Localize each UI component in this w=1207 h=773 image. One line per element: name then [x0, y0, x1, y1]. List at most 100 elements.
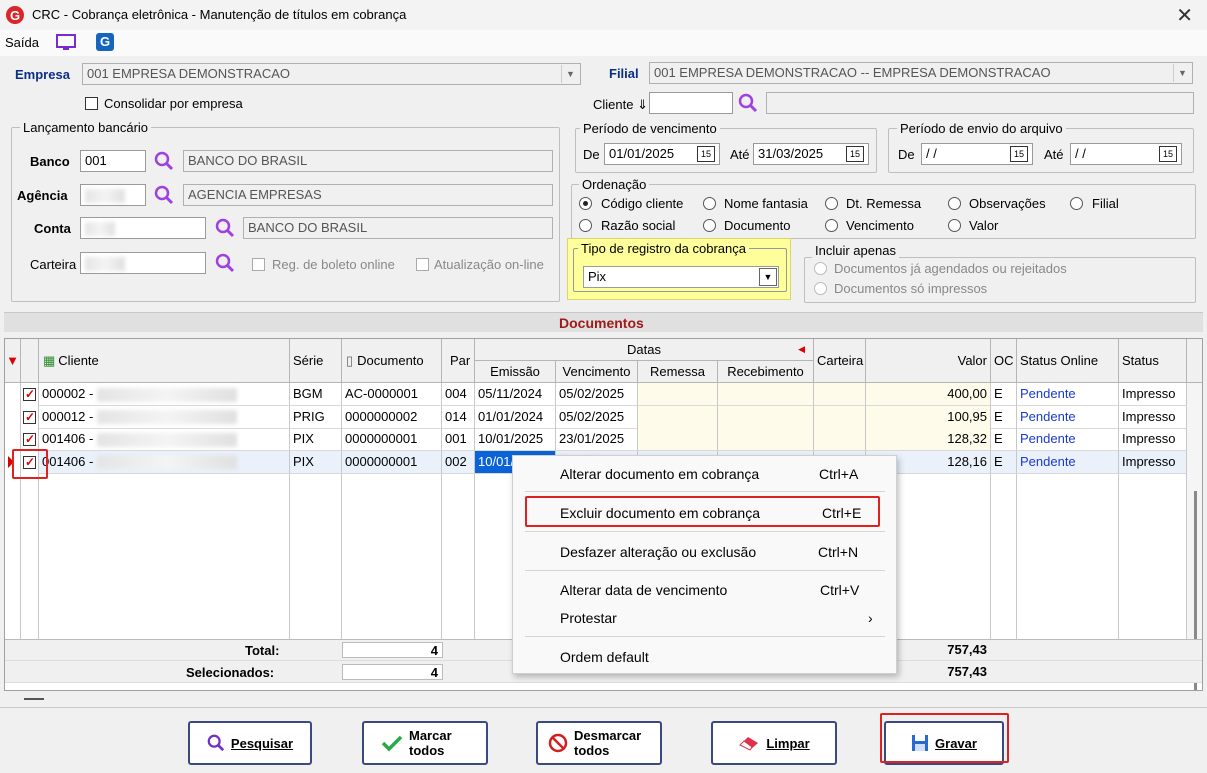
cell-emissao[interactable]: 05/11/2024 — [475, 383, 556, 406]
col-vencimento[interactable]: Vencimento — [556, 361, 638, 383]
cell-carteira[interactable] — [814, 428, 866, 451]
cell-oc[interactable]: E — [991, 450, 1017, 474]
collapse-left-icon[interactable]: ◀ — [798, 344, 805, 355]
cell-cliente[interactable]: 001406 - — [39, 450, 290, 474]
cell-carteira[interactable] — [814, 405, 866, 429]
row-checkbox[interactable] — [23, 432, 36, 446]
calendar-icon[interactable]: 15 — [1010, 146, 1028, 162]
cell-serie[interactable]: PIX — [290, 450, 342, 474]
col-carteira[interactable]: Carteira — [814, 339, 866, 383]
col-recebimento[interactable]: Recebimento — [718, 361, 814, 383]
row-checkbox[interactable] — [23, 387, 36, 401]
conta-code-input[interactable] — [80, 217, 206, 239]
cell-status[interactable]: Impresso — [1119, 428, 1187, 451]
calendar-icon[interactable]: 15 — [846, 146, 864, 162]
radio-agendados[interactable] — [814, 262, 827, 275]
col-par[interactable]: Par — [442, 339, 475, 383]
cell-status-online[interactable]: Pendente — [1017, 450, 1119, 474]
row-checkbox[interactable] — [23, 410, 36, 424]
col-status-online[interactable]: Status Online — [1017, 339, 1119, 383]
cell-status[interactable]: Impresso — [1119, 405, 1187, 429]
menu-alterar-documento[interactable]: Alterar documento em cobrança Ctrl+A — [513, 462, 896, 486]
cell-par[interactable]: 001 — [442, 428, 475, 451]
col-serie[interactable]: Série — [290, 339, 342, 383]
cell-documento[interactable]: 0000000001 — [342, 428, 442, 451]
vertical-scrollbar[interactable] — [1187, 383, 1202, 690]
cell-serie[interactable]: BGM — [290, 383, 342, 406]
cell-emissao[interactable]: 01/01/2024 — [475, 405, 556, 429]
menu-saida[interactable]: Saída — [5, 35, 39, 50]
cell-serie[interactable]: PIX — [290, 428, 342, 451]
col-status[interactable]: Status — [1119, 339, 1187, 383]
menu-alterar-data[interactable]: Alterar data de vencimento Ctrl+V — [513, 578, 896, 602]
reg-boleto-checkbox[interactable] — [252, 258, 265, 271]
search-icon[interactable] — [154, 151, 174, 171]
cell-oc[interactable]: E — [991, 383, 1017, 406]
cell-serie[interactable]: PRIG — [290, 405, 342, 429]
radio-dt-remessa[interactable] — [825, 197, 838, 210]
cell-recebimento[interactable] — [718, 405, 814, 429]
cell-status-online[interactable]: Pendente — [1017, 405, 1119, 429]
pesquisar-button[interactable]: Pesquisar — [188, 721, 312, 765]
menu-desfazer[interactable]: Desfazer alteração ou exclusão Ctrl+N — [513, 540, 896, 564]
cell-cliente[interactable]: 000002 - — [39, 383, 290, 406]
menu-protestar[interactable]: Protestar › — [513, 606, 896, 630]
radio-vencimento[interactable] — [825, 219, 838, 232]
cell-cliente[interactable]: 000012 - — [39, 405, 290, 429]
col-oc[interactable]: OC — [991, 339, 1017, 383]
radio-codigo-cliente[interactable] — [579, 197, 592, 210]
cell-valor[interactable]: 100,95 — [866, 405, 991, 429]
cell-documento[interactable]: 0000000002 — [342, 405, 442, 429]
cell-status-online[interactable]: Pendente — [1017, 428, 1119, 451]
cell-carteira[interactable] — [814, 383, 866, 406]
cell-recebimento[interactable] — [718, 383, 814, 406]
col-cliente[interactable]: ▦ Cliente — [39, 339, 290, 383]
col-documento[interactable]: ▯ Documento — [342, 339, 442, 383]
cell-status-online[interactable]: Pendente — [1017, 383, 1119, 406]
desmarcar-todos-button[interactable]: Desmarcar todos — [536, 721, 662, 765]
radio-valor[interactable] — [948, 219, 961, 232]
banco-code-input[interactable]: 001 — [80, 150, 146, 172]
col-valor[interactable]: Valor — [866, 339, 991, 383]
cell-oc[interactable]: E — [991, 405, 1017, 429]
cell-recebimento[interactable] — [718, 428, 814, 451]
calendar-icon[interactable]: 15 — [1159, 146, 1177, 162]
cell-emissao[interactable]: 10/01/2025 — [475, 428, 556, 451]
col-remessa[interactable]: Remessa — [638, 361, 718, 383]
splitter-handle[interactable] — [24, 698, 44, 700]
col-emissao[interactable]: Emissão — [475, 361, 556, 383]
cell-remessa[interactable] — [638, 383, 718, 406]
empresa-select[interactable]: 001 EMPRESA DEMONSTRACAO ▼ — [82, 63, 581, 85]
cell-cliente[interactable]: 001406 - — [39, 428, 290, 451]
monitor-icon[interactable] — [55, 33, 77, 53]
radio-nome-fantasia[interactable] — [703, 197, 716, 210]
radio-filial[interactable] — [1070, 197, 1083, 210]
radio-razao-social[interactable] — [579, 219, 592, 232]
cliente-code-input[interactable] — [649, 92, 733, 114]
cell-status[interactable]: Impresso — [1119, 450, 1187, 474]
cell-status[interactable]: Impresso — [1119, 383, 1187, 406]
atualizacao-checkbox[interactable] — [416, 258, 429, 271]
marcar-todos-button[interactable]: Marcar todos — [362, 721, 488, 765]
cell-par[interactable]: 002 — [442, 450, 475, 474]
search-icon[interactable] — [154, 185, 174, 205]
cell-vencimento[interactable]: 05/02/2025 — [556, 383, 638, 406]
cell-vencimento[interactable]: 05/02/2025 — [556, 405, 638, 429]
search-icon[interactable] — [215, 253, 235, 273]
limpar-button[interactable]: Limpar — [711, 721, 837, 765]
cell-oc[interactable]: E — [991, 428, 1017, 451]
cell-valor[interactable]: 128,32 — [866, 428, 991, 451]
close-icon[interactable]: ✕ — [1176, 3, 1193, 28]
cell-par[interactable]: 004 — [442, 383, 475, 406]
cell-documento[interactable]: AC-0000001 — [342, 383, 442, 406]
tipo-registro-select[interactable]: Pix ▼ — [583, 266, 779, 288]
cell-documento[interactable]: 0000000001 — [342, 450, 442, 474]
agencia-code-input[interactable] — [80, 184, 146, 206]
radio-impressos[interactable] — [814, 282, 827, 295]
g-app-icon[interactable]: G — [96, 33, 114, 51]
cell-vencimento[interactable]: 23/01/2025 — [556, 428, 638, 451]
cell-remessa[interactable] — [638, 405, 718, 429]
filial-select[interactable]: 001 EMPRESA DEMONSTRACAO -- EMPRESA DEMO… — [649, 62, 1193, 84]
cell-valor[interactable]: 400,00 — [866, 383, 991, 406]
search-icon[interactable] — [738, 93, 758, 113]
